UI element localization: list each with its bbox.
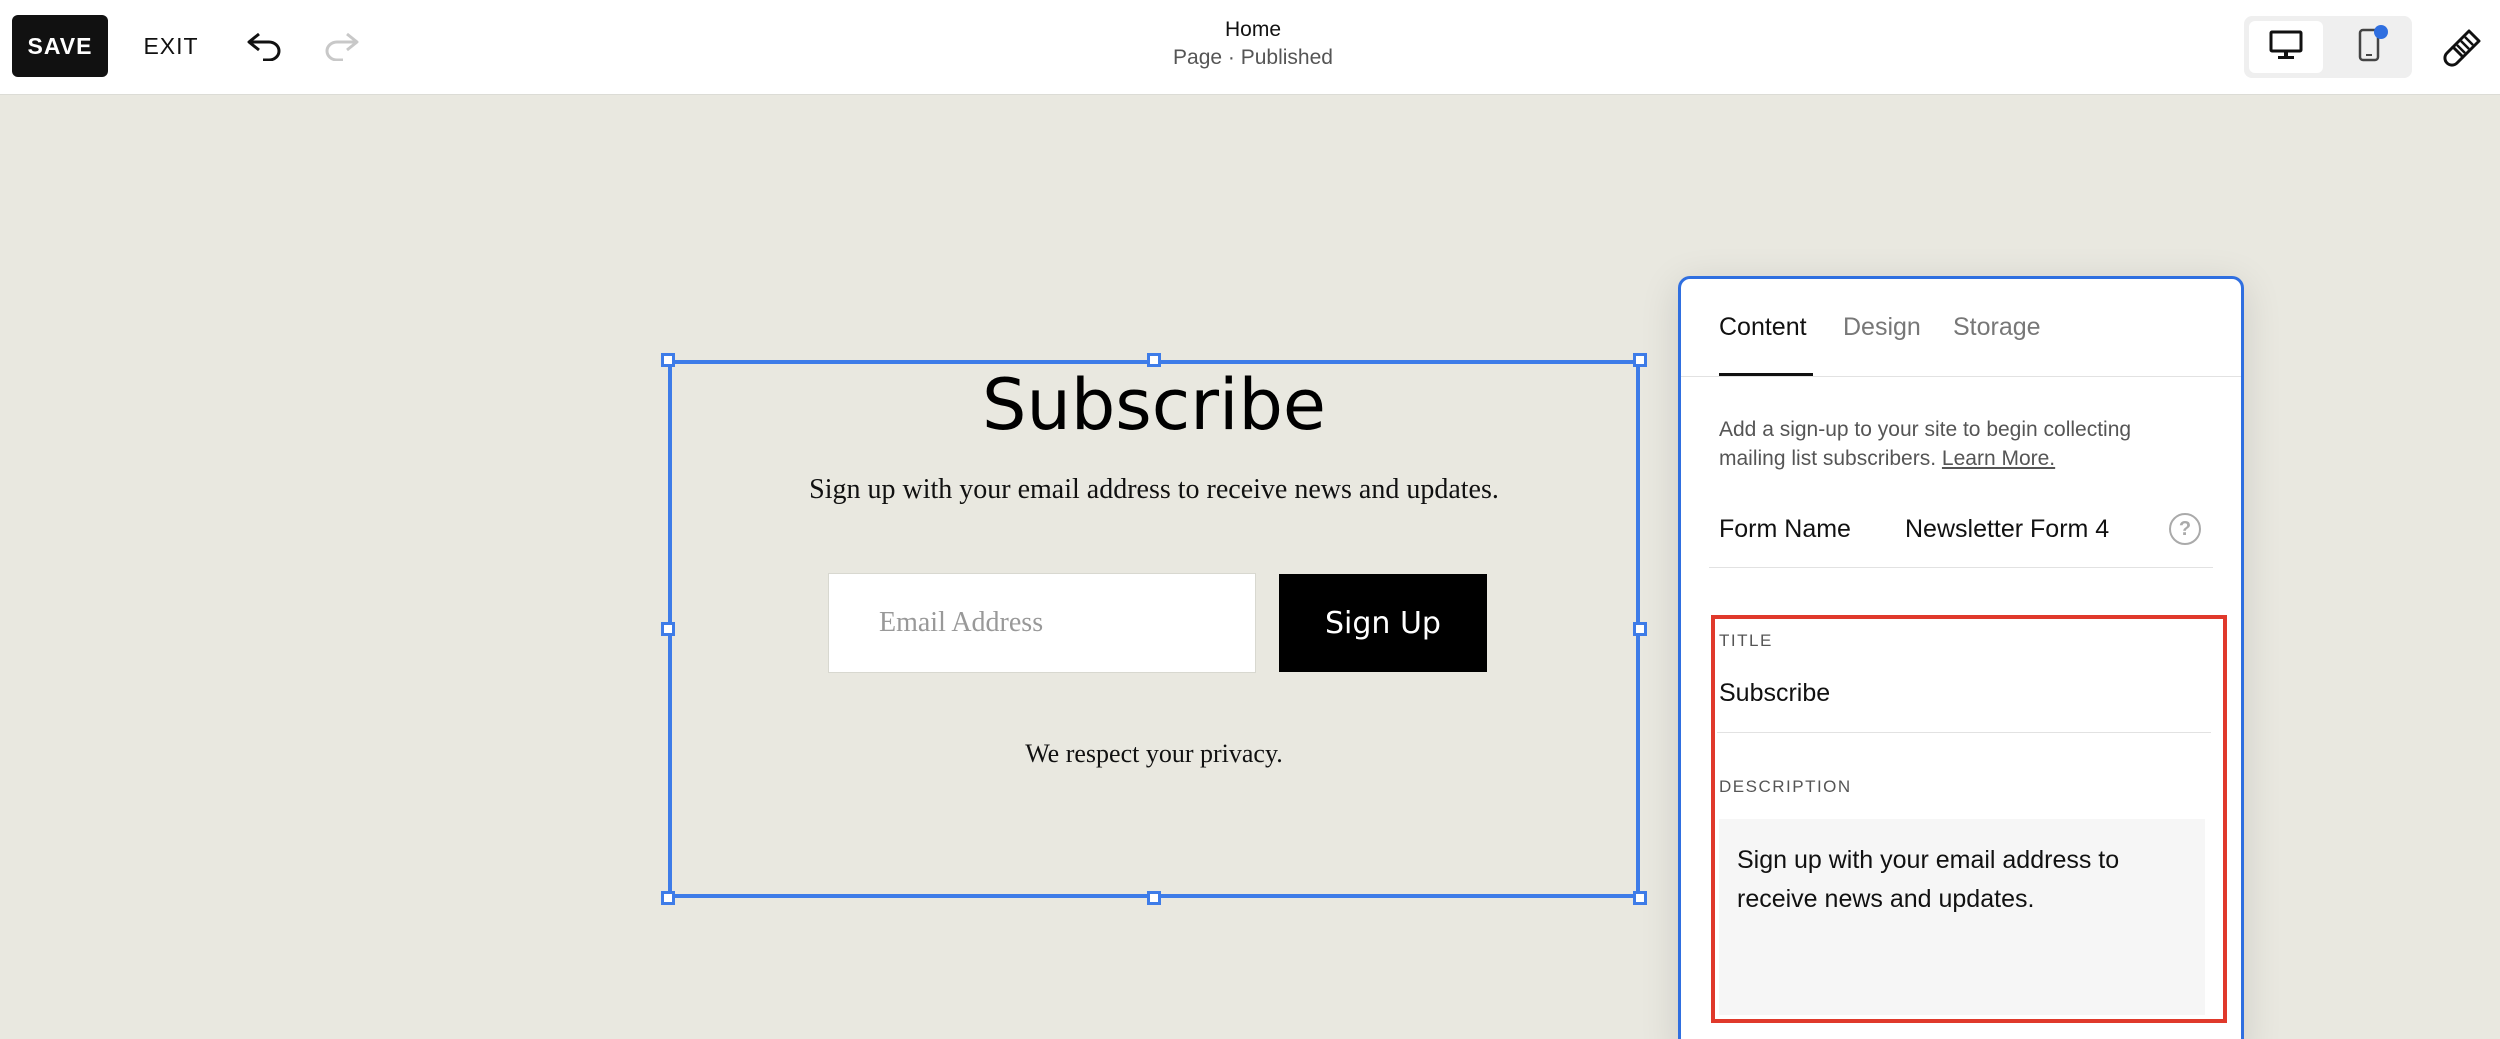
tab-design[interactable]: Design bbox=[1843, 313, 1921, 342]
learn-more-link[interactable]: Learn More. bbox=[1942, 447, 2055, 470]
resize-handle-left[interactable] bbox=[661, 622, 675, 636]
desktop-view-button[interactable] bbox=[2249, 21, 2323, 73]
exit-button[interactable]: EXIT bbox=[136, 15, 206, 77]
divider bbox=[1709, 567, 2213, 568]
resize-handle-bottom[interactable] bbox=[1147, 891, 1161, 905]
tab-storage[interactable]: Storage bbox=[1953, 313, 2041, 342]
sign-up-button[interactable]: Sign Up bbox=[1279, 574, 1487, 672]
site-styles-brush-icon[interactable] bbox=[2440, 24, 2486, 70]
top-toolbar: SAVE EXIT Home Page · Published bbox=[0, 0, 2500, 95]
divider bbox=[1717, 732, 2211, 733]
active-tab-indicator bbox=[1719, 373, 1813, 376]
mobile-view-button[interactable] bbox=[2332, 21, 2406, 73]
notification-dot bbox=[2374, 25, 2388, 39]
resize-handle-top-right[interactable] bbox=[1633, 353, 1647, 367]
save-button[interactable]: SAVE bbox=[12, 15, 108, 77]
page-title: Home bbox=[1224, 18, 1282, 41]
undo-icon[interactable] bbox=[240, 22, 288, 70]
resize-handle-bottom-left[interactable] bbox=[661, 891, 675, 905]
description-field-label: DESCRIPTION bbox=[1719, 777, 1852, 796]
resize-handle-bottom-right[interactable] bbox=[1633, 891, 1647, 905]
privacy-note: We respect your privacy. bbox=[1025, 739, 1283, 768]
email-address-input[interactable]: Email Address bbox=[828, 573, 1256, 673]
panel-help-text: Add a sign-up to your site to begin coll… bbox=[1719, 415, 2199, 473]
resize-handle-right[interactable] bbox=[1633, 622, 1647, 636]
newsletter-block[interactable]: Subscribe Sign up with your email addres… bbox=[661, 353, 1647, 905]
help-icon[interactable]: ? bbox=[2169, 513, 2201, 545]
description-field[interactable]: Sign up with your email address to recei… bbox=[1719, 819, 2205, 1015]
form-name-label: Form Name bbox=[1719, 515, 1851, 543]
subscribe-description: Sign up with your email address to recei… bbox=[809, 474, 1499, 505]
title-field[interactable]: Subscribe bbox=[1719, 679, 1830, 708]
redo-icon[interactable] bbox=[318, 22, 366, 70]
resize-handle-top[interactable] bbox=[1147, 353, 1161, 367]
desktop-icon bbox=[2269, 30, 2303, 65]
form-name-value[interactable]: Newsletter Form 4 bbox=[1905, 515, 2109, 544]
resize-handle-top-left[interactable] bbox=[661, 353, 675, 367]
subscribe-title: Subscribe bbox=[982, 364, 1326, 446]
device-toggle bbox=[2244, 16, 2412, 78]
tab-content[interactable]: Content bbox=[1719, 313, 1807, 342]
block-editor-panel: Content Design Storage Add a sign-up to … bbox=[1678, 276, 2244, 1039]
help-text-body: Add a sign-up to your site to begin coll… bbox=[1719, 418, 2132, 470]
panel-tabs: Content Design Storage bbox=[1681, 279, 2241, 377]
page-status: Page · Published bbox=[1173, 46, 1333, 69]
title-field-label: TITLE bbox=[1719, 631, 1773, 650]
